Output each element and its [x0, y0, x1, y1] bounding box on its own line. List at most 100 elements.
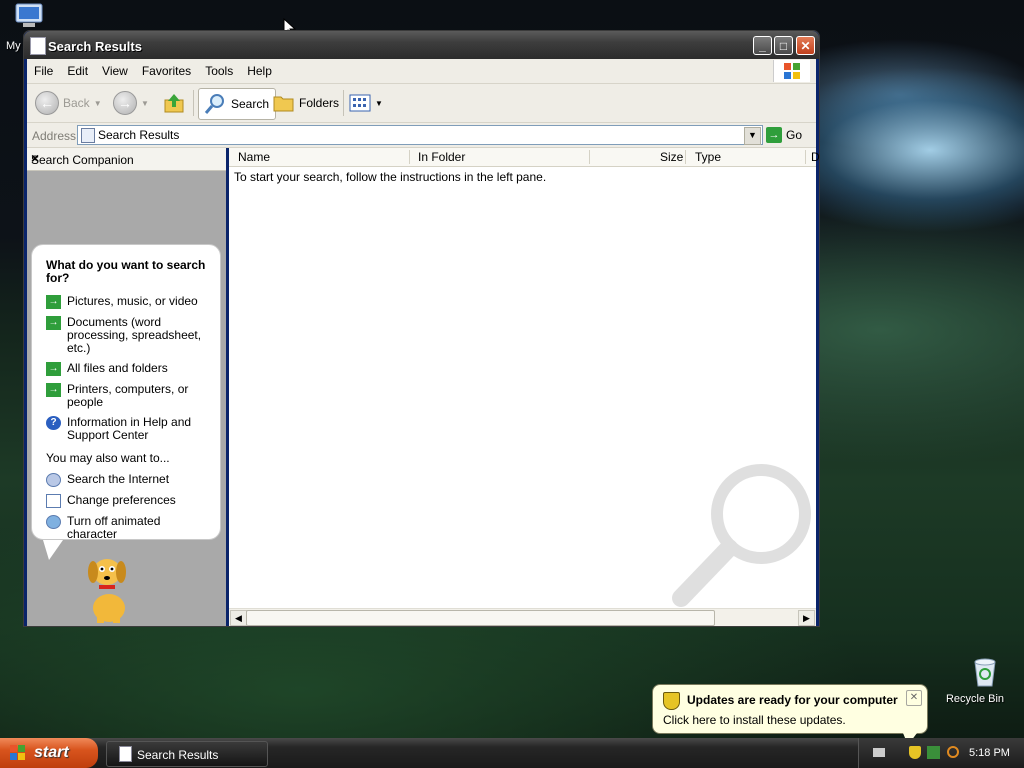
desktop-icon-label: Recycle Bin	[945, 693, 1005, 705]
desktop-icon-label: My	[6, 40, 21, 52]
up-folder-icon	[164, 94, 184, 113]
close-pane-icon[interactable]: ×	[31, 150, 221, 166]
column-type[interactable]: Type	[695, 150, 721, 164]
column-divider[interactable]	[589, 150, 590, 164]
address-field[interactable]: Search Results ▼	[77, 125, 763, 145]
menu-edit[interactable]: Edit	[60, 59, 95, 78]
search-dog-character-icon[interactable]	[79, 552, 137, 624]
toolbar-separator	[193, 90, 194, 116]
scroll-left-button[interactable]: ◀	[230, 610, 247, 626]
search-option-pictures[interactable]: → Pictures, music, or video	[46, 294, 212, 309]
menu-view[interactable]: View	[95, 59, 135, 78]
search-option-label: All files and folders	[67, 361, 168, 375]
column-date[interactable]: D	[811, 150, 820, 164]
menu-file[interactable]: File	[27, 59, 60, 78]
network-icon[interactable]	[927, 746, 940, 759]
column-divider[interactable]	[685, 150, 686, 164]
views-icon	[349, 94, 371, 112]
green-arrow-icon: →	[46, 383, 61, 397]
security-shield-tray-icon[interactable]	[909, 746, 921, 759]
views-dropdown-icon: ▼	[375, 98, 383, 108]
column-name[interactable]: Name	[238, 150, 270, 164]
title-bar[interactable]: Search Results _ □ ✕	[24, 31, 819, 59]
search-option-label: Printers, computers, or people	[67, 382, 189, 409]
search-question: What do you want to search for?	[46, 258, 206, 285]
horizontal-scrollbar[interactable]: ◀ ▶	[229, 608, 816, 626]
search-icon	[204, 94, 224, 114]
search-results-window: Search Results _ □ ✕ File Edit View Favorit…	[23, 30, 820, 627]
back-button[interactable]: ← Back ▼	[35, 88, 102, 118]
search-button[interactable]: Search	[198, 88, 277, 120]
go-button[interactable]: → Go	[765, 127, 802, 143]
notification-title: Updates are ready for your computer	[687, 693, 898, 707]
search-option-documents[interactable]: → Documents (word processing, spreadshee…	[46, 316, 212, 355]
menu-favorites[interactable]: Favorites	[135, 59, 198, 78]
address-label: Address	[32, 129, 77, 143]
folders-button[interactable]: Folders	[273, 88, 339, 118]
menu-help[interactable]: Help	[240, 59, 279, 78]
windows-flag-icon	[10, 745, 25, 760]
search-internet-label: Search the Internet	[67, 472, 170, 486]
search-option-label: Pictures, music, or video	[67, 294, 198, 308]
turn-off-character-link[interactable]: Turn off animated character	[46, 515, 212, 541]
forward-button[interactable]: → ▼	[113, 88, 149, 118]
green-arrow-icon: →	[46, 295, 61, 309]
scroll-right-button[interactable]: ▶	[798, 610, 815, 626]
search-results-icon	[81, 128, 95, 143]
address-value: Search Results	[98, 128, 180, 142]
up-folder-button[interactable]	[163, 88, 185, 118]
back-label: Back	[63, 96, 90, 110]
column-in-folder[interactable]: In Folder	[418, 150, 465, 164]
forward-arrow-icon: →	[113, 91, 137, 115]
change-preferences-link[interactable]: Change preferences	[46, 493, 212, 508]
maximize-button[interactable]: □	[774, 36, 793, 55]
windows-logo-icon	[773, 60, 810, 82]
close-button[interactable]: ✕	[796, 36, 815, 55]
search-companion-bubble: What do you want to search for? → Pictur…	[31, 244, 221, 541]
desktop-icon-recycle-bin[interactable]: Recycle Bin	[940, 656, 1010, 705]
notification-close-button[interactable]: ✕	[906, 690, 922, 706]
security-shield-icon	[663, 692, 680, 710]
search-label: Search	[231, 97, 270, 111]
column-size[interactable]: Size	[660, 150, 683, 164]
results-column-headers: Name In Folder Size Type D	[229, 148, 820, 167]
search-companion-header: Search Companion ×	[27, 148, 226, 171]
search-companion-pane: Search Companion × What do you want to s…	[27, 148, 226, 626]
back-arrow-icon: ←	[35, 91, 59, 115]
search-tray-icon[interactable]	[947, 746, 959, 758]
back-dropdown-icon: ▼	[93, 98, 102, 108]
column-divider[interactable]	[805, 150, 806, 164]
go-arrow-icon: →	[765, 127, 782, 143]
change-preferences-label: Change preferences	[67, 493, 176, 507]
forward-dropdown-icon: ▼	[141, 98, 149, 108]
search-option-all-files[interactable]: → All files and folders	[46, 361, 212, 376]
address-dropdown-button[interactable]: ▼	[744, 127, 761, 145]
search-option-label: Documents (word processing, spreadsheet,…	[67, 315, 202, 355]
bubble-tail	[43, 540, 63, 560]
results-pane: Name In Folder Size Type D To start your…	[229, 148, 820, 626]
address-bar: Address Search Results ▼ → Go	[27, 123, 816, 148]
scroll-thumb[interactable]	[246, 610, 715, 626]
toolbar-separator	[343, 90, 344, 116]
computer-icon	[15, 3, 42, 27]
notification-message[interactable]: Click here to install these updates.	[663, 713, 846, 727]
go-label: Go	[785, 128, 802, 142]
update-notification-balloon[interactable]: Updates are ready for your computer Clic…	[652, 684, 928, 734]
search-option-printers[interactable]: → Printers, computers, or people	[46, 383, 212, 409]
views-button[interactable]: ▼	[349, 88, 383, 118]
search-option-help[interactable]: ? Information in Help and Support Center	[46, 416, 212, 442]
folders-icon	[273, 96, 294, 112]
menu-bar: File Edit View Favorites Tools Help	[27, 59, 816, 84]
menu-tools[interactable]: Tools	[198, 59, 240, 78]
column-divider[interactable]	[409, 150, 410, 164]
system-tray: 5:18 PM	[858, 738, 1024, 768]
minimize-button[interactable]: _	[753, 36, 772, 55]
search-window-icon	[119, 746, 132, 762]
start-button[interactable]: start	[0, 738, 98, 768]
turn-off-character-label: Turn off animated character	[67, 514, 161, 541]
clock[interactable]: 5:18 PM	[969, 747, 1010, 759]
search-internet-link[interactable]: Search the Internet	[46, 472, 212, 487]
keyboard-icon[interactable]	[873, 748, 885, 757]
help-icon: ?	[46, 416, 61, 430]
taskbar-item-search-results[interactable]: Search Results	[106, 741, 268, 767]
